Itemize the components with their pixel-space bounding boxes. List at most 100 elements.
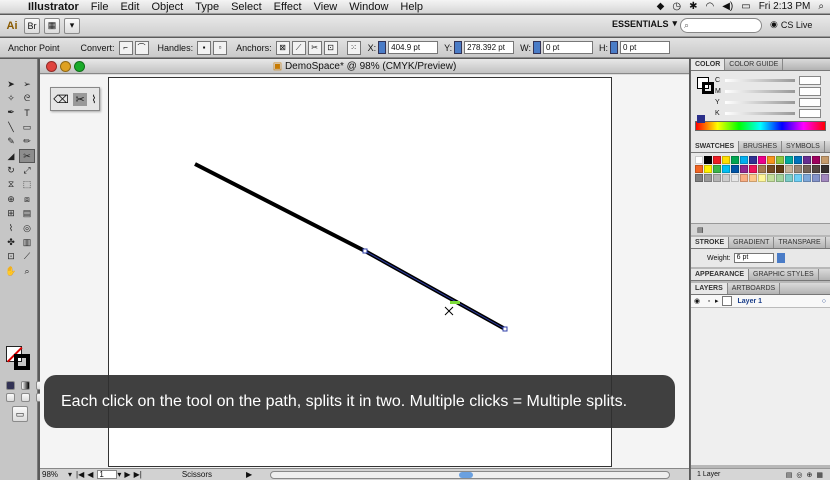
draw-behind-icon[interactable]	[21, 393, 30, 402]
perspective-grid-tool-icon[interactable]: ⧈	[19, 192, 35, 206]
swatch[interactable]	[740, 165, 748, 173]
lasso-tool-icon[interactable]: ᘓ	[19, 91, 35, 105]
swatch[interactable]	[722, 165, 730, 173]
reference-point-icon[interactable]: ⁙	[346, 40, 361, 55]
swatch[interactable]	[695, 174, 703, 182]
menu-app[interactable]: Illustrator	[22, 1, 85, 13]
close-icon[interactable]	[46, 61, 57, 72]
direct-selection-tool-icon[interactable]: ➢	[19, 77, 35, 91]
swatch[interactable]	[758, 156, 766, 164]
swatch[interactable]	[758, 165, 766, 173]
target-icon[interactable]: ○	[822, 298, 826, 305]
draw-normal-icon[interactable]	[6, 393, 15, 402]
swatch[interactable]	[776, 165, 784, 173]
zoom-icon[interactable]	[74, 61, 85, 72]
c-slider[interactable]	[725, 79, 795, 82]
line-tool-icon[interactable]: ╲	[3, 120, 19, 134]
swatch[interactable]	[740, 174, 748, 182]
paintbrush-tool-icon[interactable]: ✎	[3, 135, 19, 149]
y-field[interactable]: 278.392 pt	[464, 41, 515, 54]
isolate-button[interactable]: ⊡	[323, 40, 338, 55]
h-stepper[interactable]	[609, 41, 618, 54]
swatch[interactable]	[821, 156, 829, 164]
k-slider[interactable]	[725, 112, 795, 115]
weight-dropdown-icon[interactable]	[776, 253, 785, 263]
tab-swatches[interactable]: SWATCHES	[691, 141, 740, 152]
shape-builder-tool-icon[interactable]: ⊕	[3, 192, 19, 206]
swatch[interactable]	[767, 165, 775, 173]
arrange-dropdown-icon[interactable]: ▾	[64, 17, 80, 34]
tab-gradient[interactable]: GRADIENT	[729, 237, 775, 248]
spotlight-icon[interactable]: ⌕	[818, 1, 824, 12]
y-stepper[interactable]	[454, 41, 463, 54]
battery-icon[interactable]: ▭	[741, 1, 750, 12]
weight-field[interactable]: 6 pt	[733, 253, 774, 263]
cut-path-button[interactable]: ✂	[307, 40, 322, 55]
swatch[interactable]	[749, 165, 757, 173]
swatch[interactable]	[713, 165, 721, 173]
color-spectrum[interactable]	[695, 121, 826, 131]
x-stepper[interactable]	[378, 41, 387, 54]
screen-mode-button[interactable]: ▭	[10, 406, 30, 422]
artboard-tool-icon[interactable]: ⊡	[3, 250, 19, 264]
arrange-documents-button[interactable]: ▦	[44, 17, 60, 34]
knife-tool-icon[interactable]: ⌇	[91, 93, 96, 106]
menu-select[interactable]: Select	[225, 1, 268, 13]
k-field[interactable]	[799, 109, 821, 118]
rectangle-tool-icon[interactable]: ▭	[19, 120, 35, 134]
w-stepper[interactable]	[532, 41, 541, 54]
end-anchor-point[interactable]	[502, 326, 508, 332]
m-field[interactable]	[799, 87, 821, 96]
connect-anchors-button[interactable]: ⟋	[291, 40, 306, 55]
swatch[interactable]	[794, 174, 802, 182]
swatch[interactable]	[821, 165, 829, 173]
swatch[interactable]	[722, 174, 730, 182]
swatch[interactable]	[695, 156, 703, 164]
scissors-icon[interactable]: ✂	[73, 92, 87, 106]
gradient-tool-icon[interactable]: ▤	[19, 207, 35, 221]
path-segment-upper[interactable]	[194, 162, 366, 253]
menu-view[interactable]: View	[308, 1, 344, 13]
scale-tool-icon[interactable]: ⤢	[19, 163, 35, 177]
swatch[interactable]	[776, 174, 784, 182]
anchor-point[interactable]	[362, 248, 368, 254]
swatch[interactable]	[758, 174, 766, 182]
eraser-tool-icon[interactable]: ⌫	[53, 93, 69, 106]
swatch[interactable]	[713, 174, 721, 182]
tab-artboards[interactable]: ARTBOARDS	[728, 283, 781, 294]
pen-tool-icon[interactable]: ✒	[3, 106, 19, 120]
menu-type[interactable]: Type	[189, 1, 225, 13]
menu-file[interactable]: File	[85, 1, 115, 13]
mesh-tool-icon[interactable]: ⊞	[3, 207, 19, 221]
tab-color-guide[interactable]: COLOR GUIDE	[725, 59, 784, 70]
out-of-gamut-swatch[interactable]	[697, 115, 705, 123]
type-tool-icon[interactable]: T	[19, 106, 35, 120]
tab-graphic-styles[interactable]: GRAPHIC STYLES	[749, 269, 819, 280]
swatch[interactable]	[749, 174, 757, 182]
m-slider[interactable]	[725, 90, 795, 93]
wifi-icon[interactable]: ◠	[705, 1, 714, 12]
swatch[interactable]	[776, 156, 784, 164]
menu-object[interactable]: Object	[145, 1, 189, 13]
w-field[interactable]: 0 pt	[542, 41, 593, 54]
y-slider[interactable]	[725, 101, 795, 104]
free-transform-tool-icon[interactable]: ⬚	[19, 178, 35, 192]
tab-appearance[interactable]: APPEARANCE	[691, 269, 750, 280]
layer-name[interactable]: Layer 1	[738, 298, 763, 305]
menu-window[interactable]: Window	[343, 1, 394, 13]
x-field[interactable]: 404.9 pt	[388, 41, 439, 54]
swatch[interactable]	[713, 156, 721, 164]
first-artboard-icon[interactable]: |◀	[76, 470, 84, 479]
bluetooth-icon[interactable]: ✱	[689, 1, 697, 12]
search-input[interactable]: ⌕	[680, 18, 762, 33]
prev-artboard-icon[interactable]: ◀	[87, 470, 93, 479]
tab-layers[interactable]: LAYERS	[691, 283, 728, 294]
cs-live-button[interactable]: ◉ CS Live	[770, 19, 812, 30]
swatch[interactable]	[731, 165, 739, 173]
swatch-libraries-icon[interactable]: ▤	[697, 226, 704, 234]
artboard-dropdown-icon[interactable]: ▾	[117, 470, 121, 479]
time-machine-icon[interactable]: ◷	[672, 1, 681, 12]
swatch[interactable]	[812, 156, 820, 164]
lock-toggle-icon[interactable]: ▫	[703, 298, 715, 305]
swatch[interactable]	[794, 156, 802, 164]
